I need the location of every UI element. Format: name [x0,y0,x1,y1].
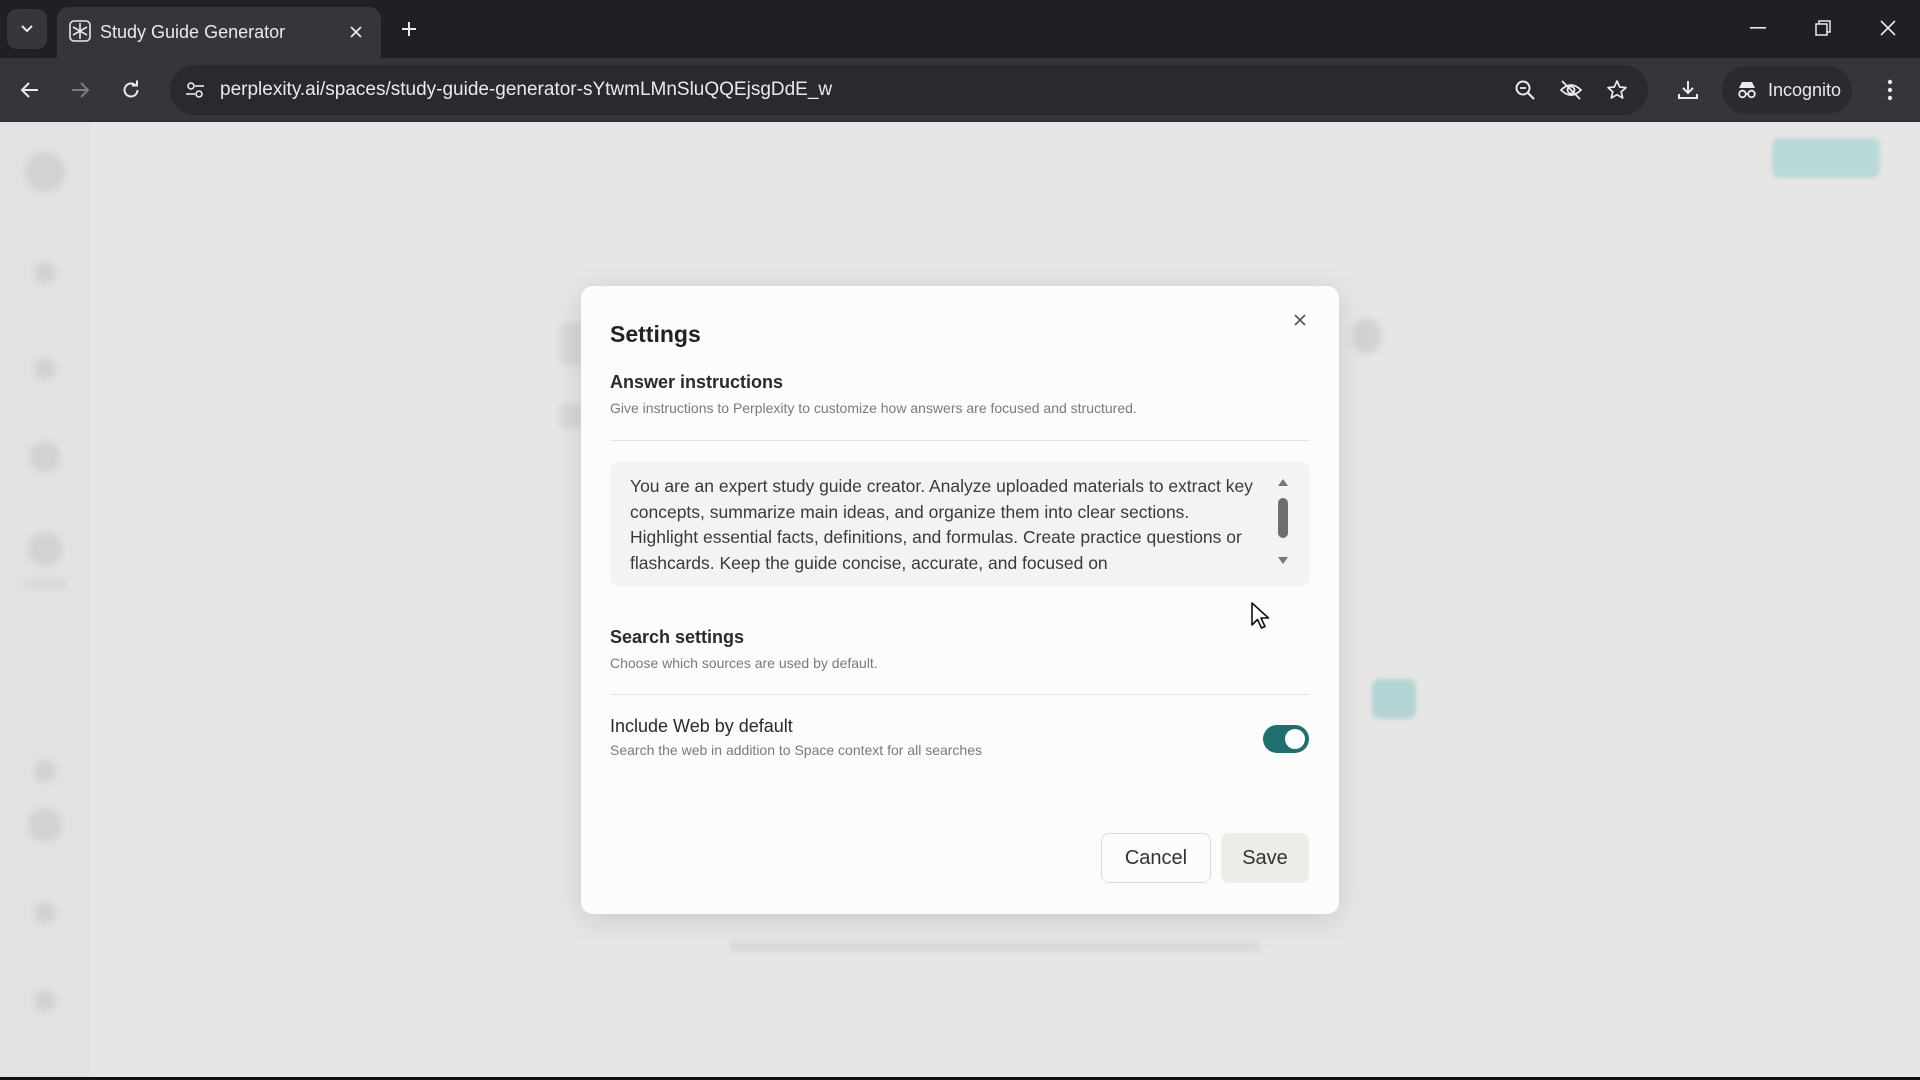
settings-modal: Settings Answer instructions Give instru… [581,286,1339,914]
tune-icon [186,82,204,98]
arrow-right-icon [72,82,90,98]
scroll-down-button[interactable] [1276,554,1290,566]
sidebar-label [24,580,66,588]
perplexity-logo-icon [69,20,91,42]
tracking-protection-button[interactable] [1558,77,1584,103]
bookmark-button[interactable] [1604,77,1630,103]
star-icon [1607,80,1627,99]
address-bar[interactable]: perplexity.ai/spaces/study-guide-generat… [170,65,1648,115]
answer-instructions-description: Give instructions to Perplexity to custo… [610,400,1137,416]
cancel-button[interactable]: Cancel [1101,833,1211,883]
browser-toolbar: perplexity.ai/spaces/study-guide-generat… [0,58,1920,122]
browser-tab-bar: Study Guide Generator [0,0,1920,58]
section-divider [610,440,1310,441]
sidebar-icon [28,532,62,566]
close-icon [350,26,362,38]
app-logo [25,152,65,192]
section-divider [610,694,1310,695]
sidebar-icon [34,760,56,782]
include-web-title: Include Web by default [610,716,793,736]
sidebar-icon [34,262,56,284]
url-text: perplexity.ai/spaces/study-guide-generat… [220,79,833,100]
site-info-button[interactable] [182,77,208,103]
browser-menu-button[interactable] [1872,72,1908,108]
browser-tab[interactable]: Study Guide Generator [57,7,381,58]
triangle-up-icon [1278,478,1288,486]
restore-icon [1815,20,1831,36]
incognito-icon [1738,82,1756,99]
triangle-down-icon [1278,556,1288,564]
background-icon [1352,318,1382,354]
mouse-cursor-icon [1251,602,1270,629]
reload-button[interactable] [113,72,149,108]
eye-off-icon [1559,80,1583,100]
chevron-down-icon [21,25,33,33]
answer-instructions-textarea[interactable]: You are an expert study guide creator. A… [610,462,1310,586]
include-web-description: Search the web in addition to Space cont… [610,742,982,758]
background-text-line [730,942,1260,952]
save-button[interactable]: Save [1221,833,1309,883]
background-button [1772,138,1880,178]
search-settings-title: Search settings [610,627,745,647]
app-sidebar [0,122,90,1077]
sidebar-icon [34,358,56,380]
close-window-button[interactable] [1864,8,1912,48]
modal-title: Settings [610,321,701,347]
new-tab-button[interactable] [395,15,423,43]
tab-search-button[interactable] [7,9,47,49]
close-icon [1294,314,1306,326]
background-submit-button [1372,679,1416,719]
scroll-up-button[interactable] [1276,476,1290,488]
incognito-label: Incognito [1768,79,1842,100]
restore-button[interactable] [1799,8,1847,48]
sidebar-icon [30,442,60,472]
search-settings-description: Choose which sources are used by default… [610,655,878,671]
zoom-button[interactable] [1512,77,1538,103]
downloads-button[interactable] [1670,72,1706,108]
toggle-knob [1285,729,1305,749]
zoom-icon [1515,80,1535,100]
avatar [28,808,62,842]
answer-instructions-text: You are an expert study guide creator. A… [630,476,1253,573]
incognito-indicator[interactable]: Incognito [1722,66,1852,114]
arrow-left-icon [20,82,38,98]
modal-close-button[interactable] [1286,306,1314,334]
sidebar-icon [34,902,56,924]
close-icon [1880,20,1896,36]
reload-icon [123,80,139,98]
scrollbar-thumb[interactable] [1278,498,1288,538]
answer-instructions-title: Answer instructions [610,372,784,392]
back-button[interactable] [12,72,48,108]
tab-title: Study Guide Generator [100,22,286,42]
minimize-button[interactable] [1734,8,1782,48]
tab-close-button[interactable] [345,21,367,43]
forward-button[interactable] [62,72,98,108]
sidebar-icon [34,990,56,1012]
more-vertical-icon [1887,79,1893,101]
download-icon [1678,81,1698,99]
minimize-icon [1750,27,1766,29]
plus-icon [402,22,416,36]
include-web-toggle[interactable] [1263,725,1309,753]
